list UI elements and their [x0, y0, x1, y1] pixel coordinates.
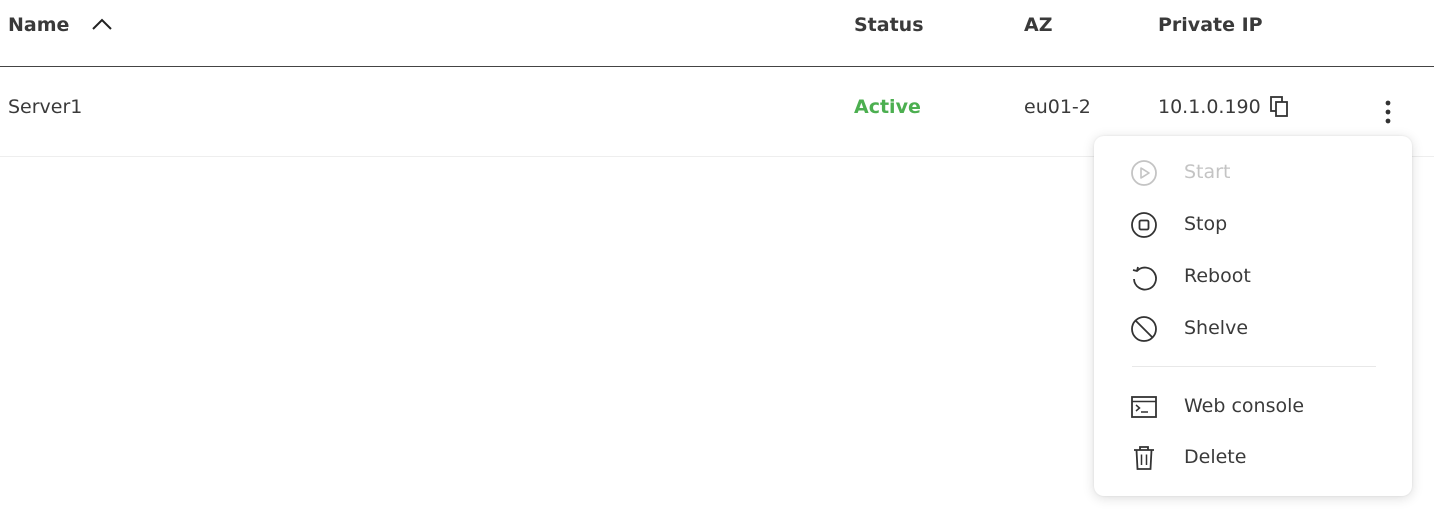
availability-zone: eu01-2: [1024, 96, 1091, 118]
menu-item-label: Stop: [1184, 213, 1228, 235]
trash-icon: [1134, 446, 1154, 470]
ban-circle-icon: [1131, 316, 1157, 342]
menu-item-label: Reboot: [1184, 265, 1251, 287]
kebab-menu-icon[interactable]: [1376, 97, 1400, 127]
private-ip: 10.1.0.190: [1158, 96, 1261, 118]
column-header-name[interactable]: Name: [8, 12, 69, 38]
servers-table-page: Name Status AZ Private IP Server1 Active…: [0, 0, 1434, 520]
menu-item-web-console[interactable]: Web console: [1094, 384, 1412, 428]
menu-item-label: Shelve: [1184, 317, 1249, 339]
server-name[interactable]: Server1: [8, 94, 82, 120]
column-header-az[interactable]: AZ: [1024, 12, 1052, 38]
column-header-status-label: Status: [854, 14, 924, 36]
menu-item-label: Web console: [1184, 395, 1305, 417]
column-header-name-label: Name: [8, 14, 70, 36]
play-circle-icon: [1131, 160, 1157, 186]
menu-item-label: Start: [1184, 161, 1231, 183]
reboot-icon: [1132, 266, 1157, 291]
menu-item-label: Delete: [1184, 446, 1247, 468]
column-header-status[interactable]: Status: [854, 12, 924, 38]
stop-circle-icon: [1131, 212, 1157, 238]
menu-item-delete[interactable]: Delete: [1094, 435, 1412, 479]
menu-divider: [1132, 366, 1376, 367]
column-header-private-ip-label: Private IP: [1158, 14, 1263, 36]
actions-dropdown-menu: Start Stop Reboot Shelve Web console Del…: [1094, 136, 1412, 496]
terminal-icon: [1131, 396, 1157, 418]
menu-item-start[interactable]: Start: [1094, 150, 1412, 194]
column-header-private-ip[interactable]: Private IP: [1158, 12, 1263, 38]
column-header-az-label: AZ: [1024, 14, 1053, 36]
menu-item-stop[interactable]: Stop: [1094, 202, 1412, 246]
chevron-up-icon[interactable]: [90, 14, 114, 34]
copy-icon[interactable]: [1268, 95, 1292, 119]
table-header: Name Status AZ Private IP: [0, 0, 1434, 67]
menu-item-reboot[interactable]: Reboot: [1094, 254, 1412, 298]
menu-item-shelve[interactable]: Shelve: [1094, 306, 1412, 350]
status-badge: Active: [854, 96, 921, 118]
